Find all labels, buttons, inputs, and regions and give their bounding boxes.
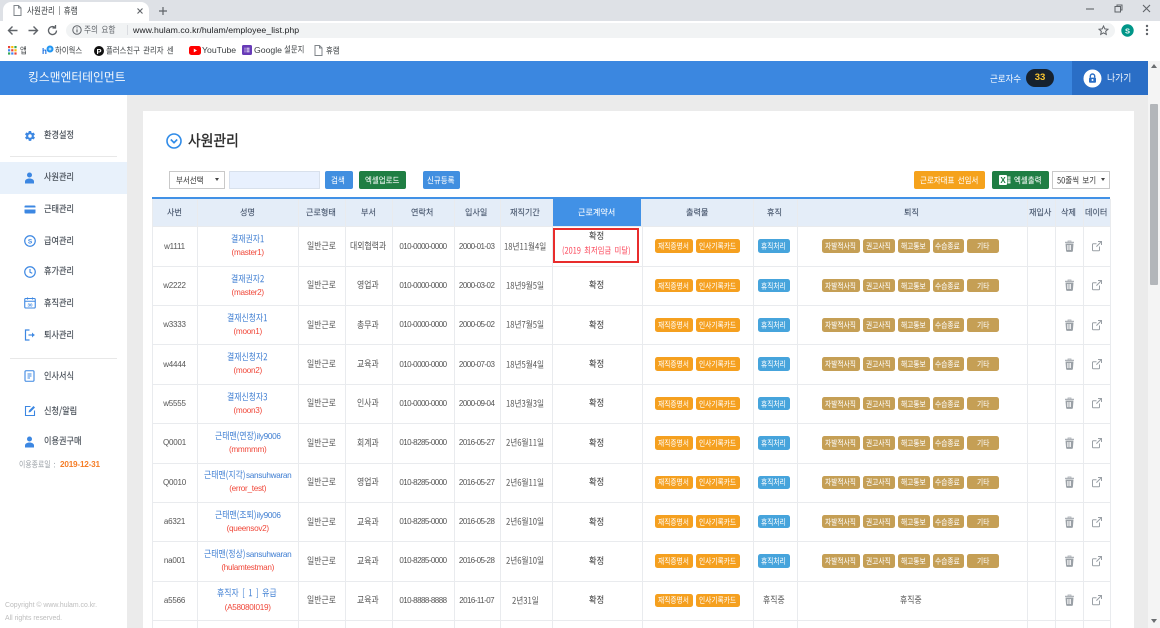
svg-text:X: X <box>1000 176 1006 185</box>
svg-text:30: 30 <box>27 303 33 308</box>
svg-text:S: S <box>27 239 32 246</box>
svg-text:S: S <box>1124 26 1129 35</box>
svg-text:h: h <box>42 47 47 56</box>
svg-text:P: P <box>96 46 101 55</box>
